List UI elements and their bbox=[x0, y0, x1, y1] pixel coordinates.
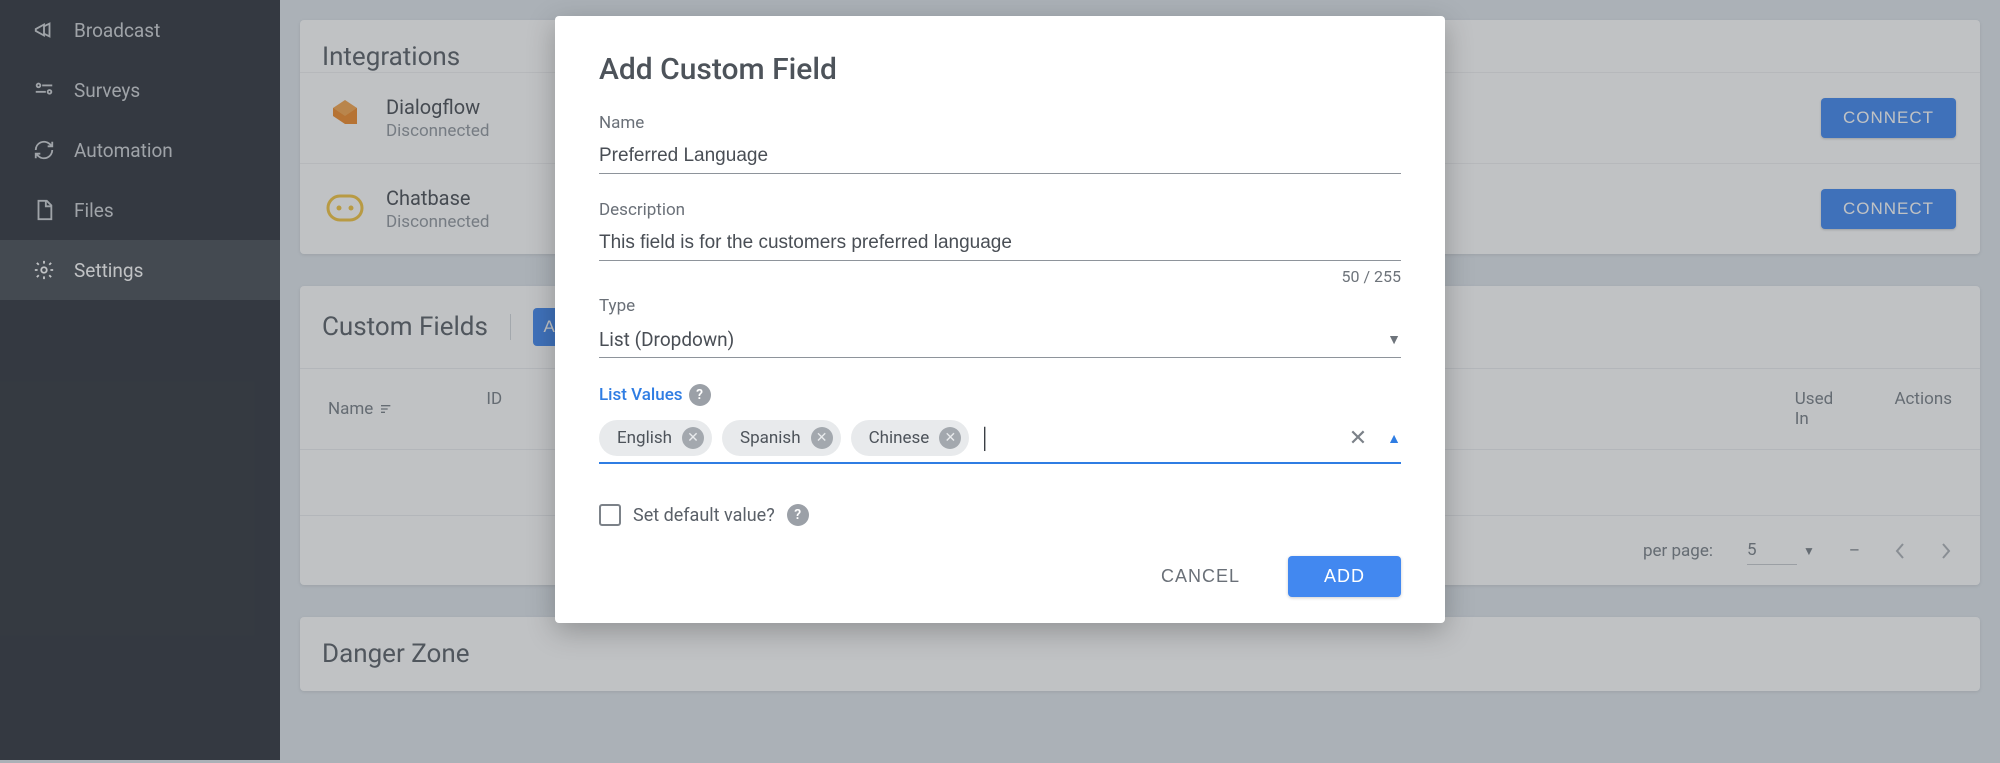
type-field-label: Type bbox=[599, 296, 1401, 316]
chip-remove-icon[interactable]: ✕ bbox=[811, 427, 833, 449]
chip-label: Chinese bbox=[869, 428, 930, 448]
help-icon[interactable]: ? bbox=[689, 384, 711, 406]
chip-english: English ✕ bbox=[599, 420, 712, 456]
chip-label: Spanish bbox=[740, 428, 801, 448]
name-input[interactable] bbox=[599, 139, 1401, 174]
description-field-label: Description bbox=[599, 200, 1401, 220]
name-field-label: Name bbox=[599, 113, 1401, 133]
chip-chinese: Chinese ✕ bbox=[851, 420, 970, 456]
text-cursor: │ bbox=[979, 426, 992, 451]
add-button[interactable]: ADD bbox=[1288, 556, 1401, 597]
help-icon[interactable]: ? bbox=[787, 504, 809, 526]
set-default-checkbox[interactable] bbox=[599, 504, 621, 526]
chip-remove-icon[interactable]: ✕ bbox=[682, 427, 704, 449]
description-counter: 50 / 255 bbox=[599, 267, 1401, 286]
chip-remove-icon[interactable]: ✕ bbox=[939, 427, 961, 449]
chip-spanish: Spanish ✕ bbox=[722, 420, 841, 456]
type-select[interactable]: List (Dropdown) ▼ bbox=[599, 322, 1401, 358]
clear-all-icon[interactable]: ✕ bbox=[1349, 426, 1367, 451]
chevron-up-icon[interactable]: ▲ bbox=[1387, 430, 1401, 447]
chip-label: English bbox=[617, 428, 672, 448]
set-default-label: Set default value? bbox=[633, 505, 775, 526]
type-select-value: List (Dropdown) bbox=[599, 328, 1387, 351]
list-values-input[interactable]: English ✕ Spanish ✕ Chinese ✕ │ ✕ ▲ bbox=[599, 414, 1401, 464]
description-input[interactable] bbox=[599, 226, 1401, 261]
chevron-down-icon: ▼ bbox=[1387, 331, 1401, 348]
modal-title: Add Custom Field bbox=[599, 52, 1401, 87]
list-values-label: List Values bbox=[599, 385, 683, 405]
add-custom-field-modal: Add Custom Field Name Description 50 / 2… bbox=[555, 16, 1445, 623]
cancel-button[interactable]: CANCEL bbox=[1143, 556, 1258, 597]
